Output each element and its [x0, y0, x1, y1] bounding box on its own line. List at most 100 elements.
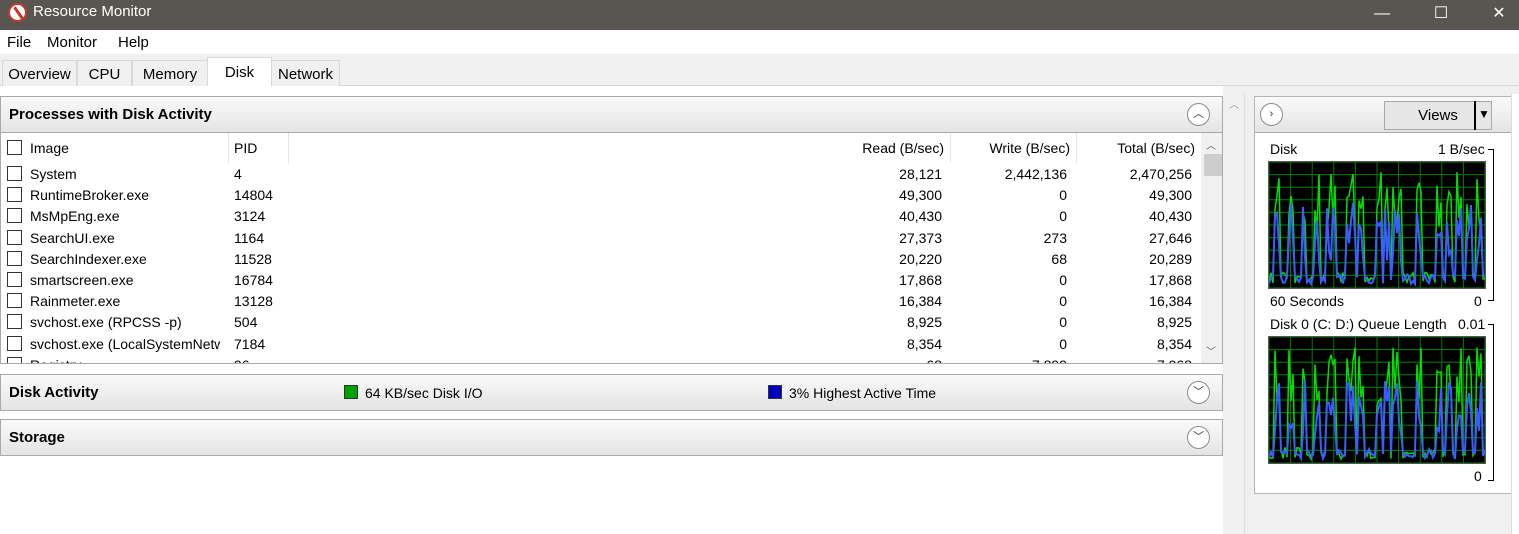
- expand-chevron-down-icon[interactable]: ﹀: [1187, 381, 1210, 404]
- cell-total: 8,925: [1156, 314, 1192, 331]
- cell-image: smartscreen.exe: [30, 272, 134, 288]
- row-checkbox[interactable]: [7, 356, 22, 363]
- table-row[interactable]: RuntimeBroker.exe 14804 49,300 0 49,300: [1, 185, 1201, 206]
- minimize-button[interactable]: —: [1359, 0, 1405, 30]
- menu-help[interactable]: Help: [118, 34, 149, 51]
- scroll-up-arrow-icon[interactable]: ︿: [1206, 137, 1216, 152]
- col-write[interactable]: Write (B/sec): [956, 140, 1070, 156]
- row-checkbox[interactable]: [7, 335, 22, 351]
- queue-length-graph-plot: [1268, 336, 1486, 464]
- table-row[interactable]: svchost.exe (RPCSS -p) 504 8,925 0 8,925: [1, 312, 1201, 333]
- tab-disk[interactable]: Disk: [207, 57, 272, 87]
- graph-pane-scrollbar[interactable]: ︿: [1223, 94, 1245, 534]
- cell-read: 8,354: [906, 335, 942, 352]
- row-checkbox[interactable]: [7, 293, 22, 309]
- storage-panel-header[interactable]: Storage ﹀: [0, 419, 1223, 456]
- resource-monitor-icon: [8, 3, 27, 22]
- scroll-thumb[interactable]: [1204, 154, 1222, 176]
- storage-title: Storage: [9, 429, 65, 446]
- disk-graph-title: Disk: [1270, 141, 1298, 157]
- disk-io-legend-swatch: [344, 385, 358, 399]
- menu-file[interactable]: File: [7, 34, 31, 51]
- cell-write: 68: [1051, 250, 1067, 267]
- col-pid[interactable]: PID: [234, 140, 257, 156]
- cell-image: Registry: [30, 357, 220, 363]
- table-row[interactable]: svchost.exe (LocalSystemNetwo... 7184 8,35…: [1, 334, 1201, 355]
- cell-write: 273: [1043, 229, 1067, 246]
- table-scrollbar[interactable]: ︿ ﹀: [1201, 133, 1222, 363]
- tab-network[interactable]: Network: [271, 60, 340, 86]
- graph-pane: ︿ › Views ▼ Disk 1 B/sec 60 Seconds 0 Di…: [1223, 86, 1519, 534]
- row-checkbox[interactable]: [7, 272, 22, 287]
- row-checkbox[interactable]: [7, 229, 22, 245]
- collapse-chevron-up-icon[interactable]: ︿: [1187, 103, 1210, 126]
- menu-bar: File Monitor Help: [0, 30, 1519, 54]
- cell-total: 17,868: [1149, 272, 1192, 288]
- tab-memory[interactable]: Memory: [132, 60, 208, 86]
- disk-graph-plot: [1268, 161, 1486, 289]
- cell-pid: 1164: [234, 229, 265, 246]
- title-bar: Resource Monitor — ☐ ✕: [0, 0, 1519, 30]
- cell-read: 27,373: [899, 229, 942, 246]
- cell-pid: 11528: [234, 250, 272, 267]
- table-row[interactable]: MsMpEng.exe 3124 40,430 0 40,430: [1, 206, 1201, 227]
- expand-chevron-down-icon[interactable]: ﹀: [1187, 426, 1210, 449]
- maximize-button[interactable]: ☐: [1418, 0, 1464, 30]
- cell-write: 7,899: [956, 357, 1067, 363]
- row-checkbox[interactable]: [7, 250, 22, 266]
- col-read[interactable]: Read (B/sec): [821, 140, 944, 156]
- tab-bar: Overview CPU Memory Disk Network: [0, 54, 1519, 87]
- cell-write: 0: [1059, 293, 1067, 310]
- cell-read: 28,121: [899, 166, 942, 182]
- cell-image: SearchUI.exe: [30, 229, 115, 246]
- cell-total: 20,289: [1149, 250, 1192, 267]
- row-checkbox[interactable]: [7, 187, 22, 203]
- cell-write: 2,442,136: [1004, 166, 1067, 182]
- menu-monitor[interactable]: Monitor: [47, 34, 97, 51]
- scroll-up-arrow-icon[interactable]: ︿: [1229, 96, 1239, 111]
- row-checkbox[interactable]: [7, 314, 22, 330]
- processes-table: Image PID Read (B/sec) Write (B/sec) Tot…: [0, 133, 1223, 364]
- tab-overview[interactable]: Overview: [2, 60, 77, 86]
- queue-graph-scale: 0.01: [1458, 316, 1486, 332]
- tab-cpu[interactable]: CPU: [77, 60, 132, 86]
- cell-image: Rainmeter.exe: [30, 293, 121, 310]
- table-row[interactable]: SearchIndexer.exe 11528 20,220 68 20,289: [1, 249, 1201, 270]
- cell-image: svchost.exe (LocalSystemNetwo...: [30, 335, 220, 352]
- collapse-graphs-chevron-right-icon[interactable]: ›: [1260, 103, 1283, 126]
- scroll-down-arrow-icon[interactable]: ﹀: [1206, 343, 1216, 358]
- cell-total: 2,470,256: [1129, 166, 1192, 182]
- table-row[interactable]: smartscreen.exe 16784 17,868 0 17,868: [1, 270, 1201, 291]
- active-time-legend-label: 3% Highest Active Time: [789, 385, 937, 401]
- disk-graph: [1268, 161, 1486, 289]
- cell-write: 0: [1059, 208, 1067, 225]
- graphs-panel: › Views ▼ Disk 1 B/sec 60 Seconds 0 Disk…: [1254, 96, 1516, 494]
- cell-total: 49,300: [1149, 187, 1192, 204]
- col-total[interactable]: Total (B/sec): [1082, 140, 1195, 156]
- cell-write: 0: [1059, 335, 1067, 352]
- cell-total: 16,384: [1149, 293, 1192, 310]
- graphs-header: › Views ▼: [1255, 97, 1515, 133]
- table-row[interactable]: SearchUI.exe 1164 27,373 273 27,646: [1, 228, 1201, 249]
- row-checkbox[interactable]: [7, 208, 22, 224]
- disk-io-legend-label: 64 KB/sec Disk I/O: [365, 385, 483, 401]
- cell-total: 7,968: [1082, 357, 1192, 363]
- col-image[interactable]: Image: [30, 140, 69, 156]
- cell-read: 20,220: [899, 250, 942, 267]
- close-button[interactable]: ✕: [1476, 0, 1519, 30]
- cell-read: 40,430: [899, 208, 942, 225]
- table-row[interactable]: Registry 96 68 7,899 7,968: [1, 355, 1201, 363]
- disk-activity-panel-header[interactable]: Disk Activity 64 KB/sec Disk I/O 3% High…: [0, 374, 1223, 411]
- row-checkbox[interactable]: [7, 166, 22, 181]
- disk-graph-min: 0: [1474, 293, 1482, 309]
- table-header: Image PID Read (B/sec) Write (B/sec) Tot…: [1, 133, 1201, 163]
- cell-write: 0: [1059, 314, 1067, 331]
- table-row[interactable]: System 4 28,121 2,442,136 2,470,256: [1, 164, 1201, 185]
- cell-pid: 504: [234, 314, 258, 331]
- processes-panel-header[interactable]: Processes with Disk Activity ︿: [0, 96, 1223, 133]
- processes-panel-title: Processes with Disk Activity: [9, 106, 212, 123]
- views-dropdown-arrow-icon[interactable]: ▼: [1474, 101, 1492, 130]
- cell-image: System: [30, 166, 77, 182]
- table-row[interactable]: Rainmeter.exe 13128 16,384 0 16,384: [1, 291, 1201, 312]
- select-all-checkbox[interactable]: [7, 140, 22, 155]
